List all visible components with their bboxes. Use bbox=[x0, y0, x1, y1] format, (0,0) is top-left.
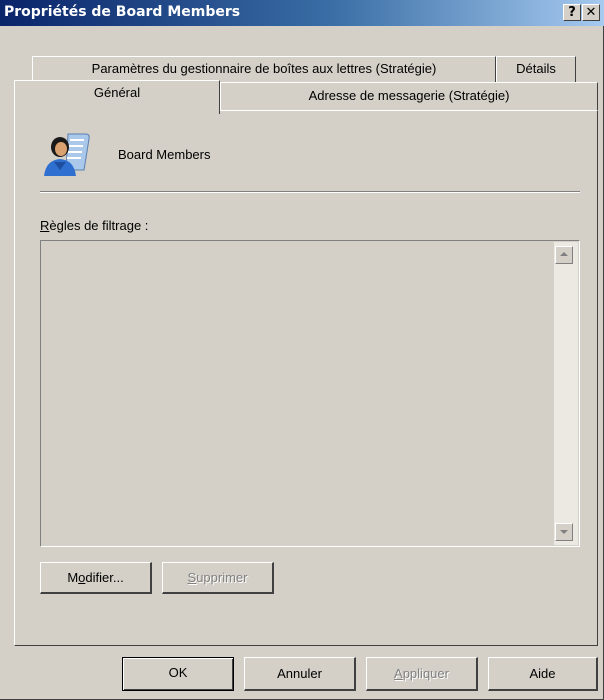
title-bar[interactable]: Propriétés de Board Members ? ✕ bbox=[0, 0, 604, 26]
scroll-up-button[interactable] bbox=[555, 246, 573, 264]
scroll-down-button[interactable] bbox=[555, 523, 573, 541]
help-button[interactable]: ? bbox=[563, 4, 581, 21]
arrow-up-icon bbox=[560, 252, 568, 256]
delete-button[interactable]: Supprimer bbox=[162, 562, 274, 594]
delete-rest: upprimer bbox=[196, 570, 248, 585]
separator bbox=[40, 191, 580, 193]
tab-email-address[interactable]: Adresse de messagerie (Stratégie) bbox=[220, 82, 598, 110]
ok-button[interactable]: OK bbox=[122, 657, 234, 691]
tab-mailbox-manager-settings[interactable]: Paramètres du gestionnaire de boîtes aux… bbox=[32, 56, 496, 82]
delete-accel: S bbox=[187, 570, 197, 585]
apply-rest: ppliquer bbox=[402, 666, 449, 681]
arrow-down-icon bbox=[560, 530, 568, 534]
group-user-icon bbox=[40, 130, 92, 178]
filter-rules-list[interactable] bbox=[40, 240, 580, 547]
help-dialog-button[interactable]: Aide bbox=[488, 657, 598, 691]
cancel-button[interactable]: Annuler bbox=[244, 657, 356, 691]
filter-label-accel: R bbox=[40, 218, 50, 233]
filter-label-text: ègles de filtrage : bbox=[49, 218, 149, 233]
properties-dialog: Propriétés de Board Members ? ✕ Paramètr… bbox=[0, 0, 604, 700]
modify-button[interactable]: Modifier... bbox=[40, 562, 152, 594]
modify-rest: difier... bbox=[85, 570, 124, 585]
filter-rules-label: Règles de filtrage : bbox=[40, 218, 148, 233]
group-name: Board Members bbox=[118, 147, 211, 162]
modify-pre: M bbox=[67, 570, 79, 585]
tab-details[interactable]: Détails bbox=[496, 56, 576, 82]
close-button[interactable]: ✕ bbox=[582, 4, 600, 21]
window-title: Propriétés de Board Members bbox=[4, 4, 241, 20]
vertical-scrollbar[interactable] bbox=[554, 242, 578, 545]
tab-general[interactable]: Général bbox=[14, 80, 220, 114]
apply-button[interactable]: Appliquer bbox=[366, 657, 478, 691]
apply-accel: A bbox=[394, 666, 403, 681]
